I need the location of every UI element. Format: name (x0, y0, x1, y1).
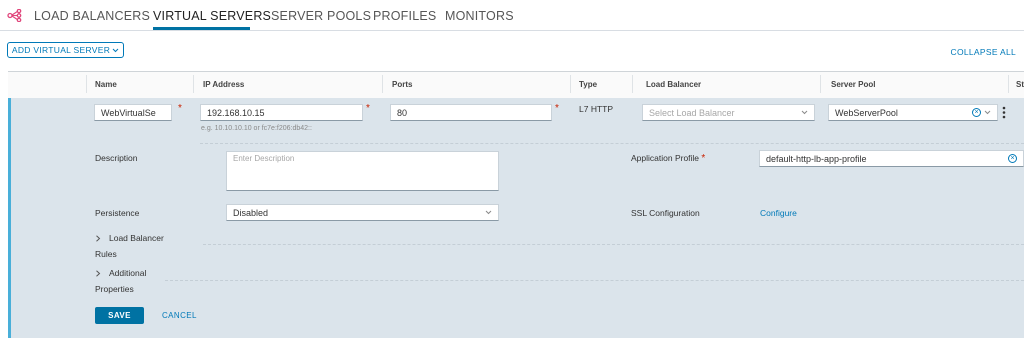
description-placeholder: Enter Description (233, 154, 295, 163)
description-label: Description (95, 153, 138, 163)
add-virtual-server-label: ADD VIRTUAL SERVER (11, 45, 111, 55)
clear-icon[interactable]: × (1008, 154, 1017, 163)
application-profile-label: Application Profile * (631, 153, 705, 164)
required-marker: * (178, 103, 182, 114)
application-profile-value: default-http-lb-app-profile (766, 153, 867, 164)
column-header-type[interactable]: Type (579, 80, 597, 89)
persistence-select[interactable]: Disabled (226, 204, 499, 221)
chevron-right-icon (96, 234, 101, 242)
load-balancer-select[interactable]: Select Load Balancer (642, 104, 815, 121)
ip-address-input[interactable]: 192.168.10.15 (200, 104, 363, 121)
required-marker: * (555, 103, 559, 114)
name-input[interactable]: WebVirtualSe (94, 104, 172, 121)
column-separator (193, 75, 194, 93)
name-input-value: WebVirtualSe (101, 107, 156, 118)
additional-properties-label: Additional (109, 268, 147, 278)
load-balancer-rules-label: Load Balancer (109, 233, 164, 243)
server-pool-value: WebServerPool (835, 107, 898, 118)
additional-properties-label-2: Properties (95, 284, 134, 294)
active-tab-indicator (153, 27, 250, 30)
tab-monitors[interactable]: MONITORS (445, 9, 514, 23)
tab-load-balancers[interactable]: LOAD BALANCERS (34, 9, 150, 23)
ip-address-hint: e.g. 10.10.10.10 or fc7e:f206:db42:: (201, 125, 312, 132)
chevron-down-icon[interactable] (984, 110, 991, 115)
column-separator (86, 75, 87, 93)
section-divider (203, 244, 1024, 245)
column-separator (570, 75, 571, 93)
ports-input[interactable]: 80 (390, 104, 552, 121)
server-pool-select[interactable]: WebServerPool × (828, 104, 998, 121)
description-textarea[interactable]: Enter Description (226, 151, 499, 191)
more-options-icon[interactable] (1002, 106, 1006, 119)
column-header-ip-address[interactable]: IP Address (203, 80, 244, 89)
column-header-server-pool[interactable]: Server Pool (831, 80, 875, 89)
column-separator (820, 75, 821, 93)
type-value: L7 HTTP (579, 104, 614, 114)
chevron-down-icon (112, 48, 119, 52)
chevron-down-icon (801, 110, 808, 115)
tab-virtual-servers[interactable]: VIRTUAL SERVERS (153, 9, 271, 23)
persistence-value: Disabled (233, 207, 269, 218)
ip-address-value: 192.168.10.15 (207, 107, 265, 118)
column-separator (382, 75, 383, 93)
application-profile-select[interactable]: default-http-lb-app-profile × (759, 150, 1024, 167)
column-header-name[interactable]: Name (95, 80, 117, 89)
column-separator (1008, 75, 1009, 93)
column-header-ports[interactable]: Ports (392, 80, 412, 89)
clear-icon[interactable]: × (972, 108, 981, 117)
load-balancer-icon (7, 9, 22, 22)
additional-properties-toggle[interactable]: Additional (95, 268, 146, 278)
column-header-status[interactable]: St (1016, 80, 1024, 89)
ssl-configuration-label: SSL Configuration (631, 208, 700, 218)
chevron-down-icon (485, 210, 492, 215)
load-balancer-rules-toggle[interactable]: Load Balancer (95, 233, 164, 243)
collapse-all-button[interactable]: COLLAPSE ALL (951, 47, 1017, 57)
column-separator (632, 75, 633, 93)
load-balancer-rules-label-2: Rules (95, 249, 117, 259)
ports-value: 80 (397, 107, 408, 118)
load-balancer-placeholder: Select Load Balancer (649, 107, 735, 118)
required-marker: * (366, 103, 370, 114)
section-divider (165, 280, 1024, 281)
chevron-right-icon (96, 269, 101, 277)
tab-profiles[interactable]: PROFILES (373, 9, 436, 23)
required-marker: * (701, 153, 706, 164)
column-header-load-balancer[interactable]: Load Balancer (646, 80, 701, 89)
expanded-row (8, 98, 1024, 338)
server-pool-controls: × (972, 108, 991, 117)
row-selection-accent (8, 98, 11, 338)
save-button[interactable]: SAVE (95, 307, 144, 324)
add-virtual-server-button[interactable]: ADD VIRTUAL SERVER (7, 42, 124, 58)
tab-server-pools[interactable]: SERVER POOLS (271, 9, 371, 23)
row-divider (200, 143, 1024, 144)
application-profile-label-text: Application Profile (631, 153, 700, 163)
cancel-button[interactable]: CANCEL (162, 311, 197, 320)
ssl-configure-link[interactable]: Configure (760, 208, 797, 218)
persistence-label: Persistence (95, 208, 140, 218)
